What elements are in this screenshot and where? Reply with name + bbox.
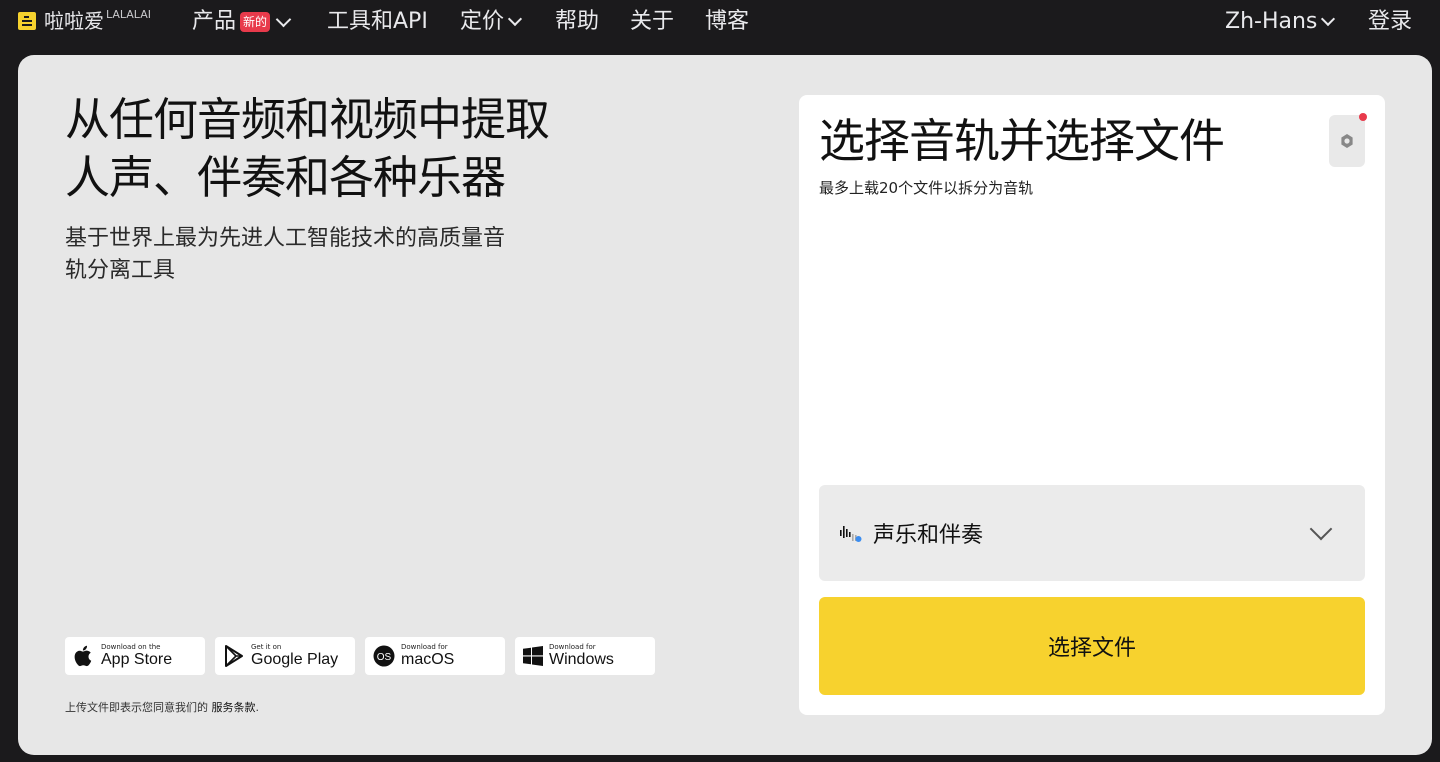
- hero-subtitle-line1: 基于世界上最为先进人工智能技术的高质量音: [65, 226, 506, 251]
- nav-products-label: 产品: [192, 9, 237, 34]
- svg-text:OS: OS: [377, 652, 392, 663]
- chevron-down-icon: [1321, 11, 1336, 27]
- upload-subtitle: 最多上载20个文件以拆分为音轨: [819, 179, 1034, 197]
- windows-icon: [523, 646, 543, 666]
- store-big-text: Windows: [549, 651, 614, 668]
- logo-sup: LALALAI: [106, 8, 151, 21]
- logo-text: 啦啦爱: [44, 9, 104, 33]
- terms-notice: 上传文件即表示您同意我们的 服务条款.: [65, 699, 259, 715]
- stem-selected-label: 声乐和伴奏: [873, 523, 984, 548]
- store-small-text: Download on the: [101, 643, 161, 651]
- windows-button[interactable]: Download for Windows: [515, 637, 655, 675]
- notification-dot: [1359, 113, 1367, 121]
- nav-about[interactable]: 关于: [630, 6, 674, 38]
- terms-text: 上传文件即表示您同意我们的: [65, 701, 212, 714]
- login-link[interactable]: 登录: [1368, 6, 1412, 38]
- store-small-text: Download for: [401, 643, 448, 651]
- macos-button[interactable]: OS Download for macOS: [365, 637, 505, 675]
- store-big-text: Google Play: [251, 651, 339, 668]
- upload-title: 选择音轨并选择文件: [819, 114, 1225, 168]
- language-selector[interactable]: Zh-Hans: [1225, 6, 1336, 38]
- terms-link[interactable]: 服务条款: [212, 701, 256, 714]
- gear-icon: [1341, 134, 1353, 148]
- language-label: Zh-Hans: [1225, 9, 1318, 34]
- top-nav: 啦啦爱 LALALAI 产品 新的 工具和API 定价 帮助 关于 博客 Zh-…: [0, 0, 1440, 44]
- apple-icon: [74, 645, 92, 667]
- store-badges: Download on the App Store Get it on Goog…: [65, 637, 655, 675]
- macos-icon: OS: [373, 645, 395, 667]
- store-small-text: Get it on: [251, 643, 282, 651]
- logo[interactable]: 啦啦爱 LALALAI: [18, 8, 151, 34]
- chevron-down-icon: [1309, 517, 1333, 541]
- google-play-button[interactable]: Get it on Google Play: [215, 637, 355, 675]
- hero-subtitle: 基于世界上最为先进人工智能技术的高质量音 轨分离工具: [65, 223, 565, 287]
- settings-button[interactable]: [1329, 113, 1367, 167]
- nav-tools-api[interactable]: 工具和API: [327, 6, 428, 38]
- main-panel: 从任何音频和视频中提取 人声、伴奏和各种乐器 基于世界上最为先进人工智能技术的高…: [18, 55, 1432, 755]
- store-big-text: App Store: [101, 651, 173, 668]
- nav-pricing-label: 定价: [460, 9, 505, 34]
- nav-products[interactable]: 产品 新的: [192, 6, 292, 38]
- choose-file-button[interactable]: 选择文件: [819, 597, 1365, 695]
- waveform-icon: [840, 526, 862, 542]
- google-play-icon: [225, 645, 243, 667]
- chevron-down-icon: [507, 11, 523, 27]
- hero-title-line2: 人声、伴奏和各种乐器: [65, 151, 506, 204]
- nav-help[interactable]: 帮助: [555, 6, 599, 38]
- upload-card: 选择音轨并选择文件 最多上载20个文件以拆分为音轨 声乐和伴奏 选择文件: [799, 95, 1385, 715]
- terms-end: .: [255, 701, 260, 714]
- hero-title-line1: 从任何音频和视频中提取: [65, 93, 550, 146]
- chevron-down-icon: [275, 11, 292, 27]
- lalalai-logo-icon: [18, 12, 36, 30]
- stem-selector[interactable]: 声乐和伴奏: [819, 485, 1365, 581]
- nav-blog[interactable]: 博客: [705, 6, 749, 38]
- hero-subtitle-line2: 轨分离工具: [65, 258, 176, 283]
- store-small-text: Download for: [549, 643, 596, 651]
- app-store-button[interactable]: Download on the App Store: [65, 637, 205, 675]
- hero-title: 从任何音频和视频中提取 人声、伴奏和各种乐器: [65, 91, 705, 207]
- store-big-text: macOS: [401, 651, 455, 668]
- nav-pricing[interactable]: 定价: [460, 6, 523, 38]
- new-badge: 新的: [240, 12, 271, 32]
